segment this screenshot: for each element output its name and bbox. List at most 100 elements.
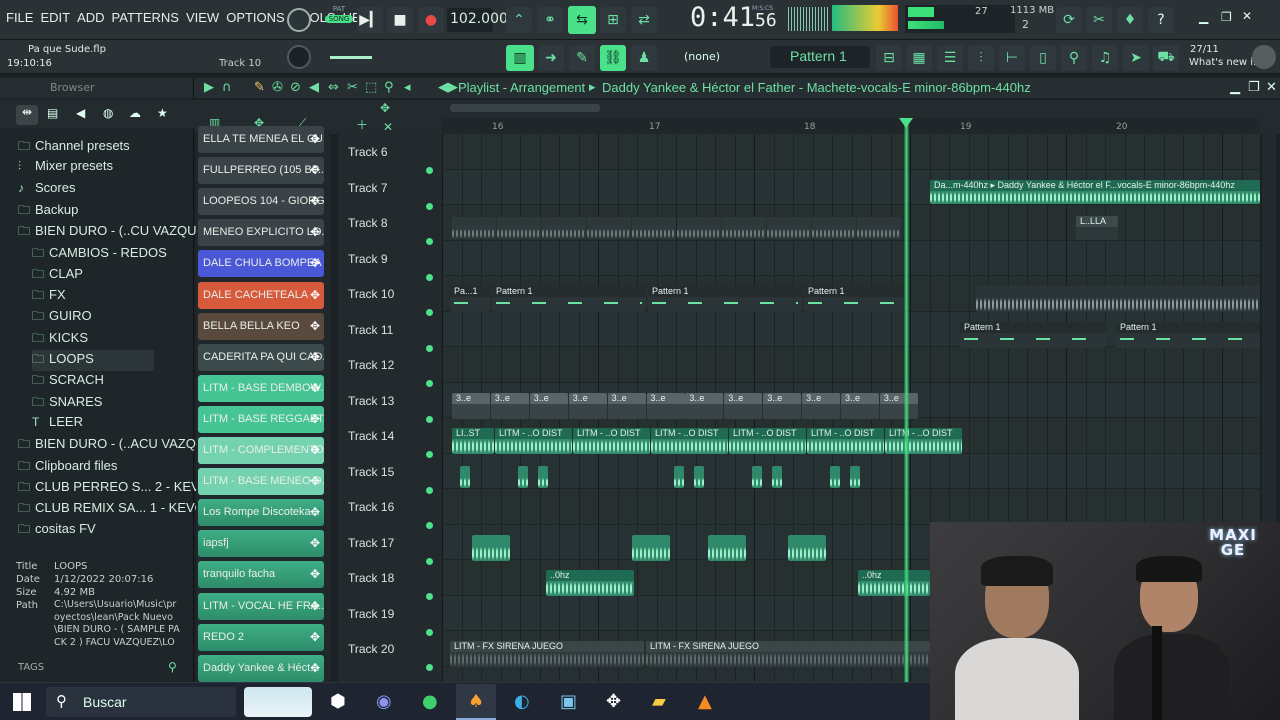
pattern-clip[interactable]: Pattern 1 [648, 286, 802, 312]
arrow-right-icon[interactable]: ➜ [538, 45, 564, 71]
audio-clip[interactable]: ..0hz [858, 570, 930, 596]
audio-clip[interactable]: LITM - ..O DIST [885, 428, 962, 454]
plugin-icon[interactable]: ▯ [1030, 45, 1056, 71]
pattern-clip[interactable] [452, 217, 496, 239]
audio-clip[interactable]: LITM - FX SIRENA JUEGO [450, 641, 644, 667]
close-icon[interactable]: ✕ [1242, 9, 1252, 23]
track-label[interactable]: Track 15 [348, 465, 394, 479]
audio-clip[interactable]: L..LLA [1076, 216, 1118, 240]
menu-edit[interactable]: EDIT [40, 10, 70, 25]
remove-track-icon[interactable]: ✕ [383, 120, 393, 134]
automation-clip[interactable]: 3..e [452, 392, 490, 419]
fl-studio-taskbar-icon[interactable]: ♠ [456, 684, 496, 720]
track-mute-led[interactable] [426, 664, 433, 671]
pattern-clip[interactable] [767, 217, 811, 239]
pattern-clip[interactable]: Pa...1 [450, 286, 490, 312]
playlist-close-icon[interactable]: ✕ [1266, 80, 1277, 95]
automation-clip[interactable]: 3..e [607, 392, 646, 419]
track-label[interactable]: Track 20 [348, 642, 394, 656]
playhead[interactable] [904, 118, 909, 682]
track-mute-led[interactable] [426, 380, 433, 387]
browser-item[interactable]: 🗀 CAMBIOS - REDOS [32, 244, 167, 265]
timeline-ruler[interactable]: 16 17 18 19 20 [442, 118, 1260, 134]
metronome-icon[interactable]: ⌃ [506, 7, 532, 33]
track-label[interactable]: Track 10 [348, 287, 394, 301]
browser-item[interactable]: ♪ Scores [18, 180, 75, 195]
audio-clip[interactable] [538, 465, 548, 488]
audio-clip[interactable]: LITM - ..O DIST [729, 428, 806, 454]
browser-item[interactable]: 🗀 Clipboard files [18, 457, 117, 478]
browser-file-icon[interactable]: ▤ [47, 106, 58, 120]
automation-clip[interactable]: 3..e [646, 392, 685, 419]
picker-item[interactable]: LITM - COMPLEMENTO... ✥ [198, 437, 324, 464]
browser-item[interactable]: 🗀 GUIRO [32, 307, 92, 328]
track-mute-led[interactable] [426, 202, 433, 210]
select-tool-icon[interactable]: ⬚ [365, 80, 377, 95]
track-label[interactable]: Track 13 [348, 394, 394, 408]
browser-item[interactable]: 🗀 CLAP [32, 265, 83, 286]
automation-clip[interactable]: 3..e [763, 392, 802, 419]
edge-icon[interactable]: ◐ [514, 691, 530, 712]
track-label[interactable]: Track 14 [348, 429, 394, 443]
tags-search-icon[interactable]: ⚲ [168, 660, 177, 674]
piano-roll-icon[interactable]: ▦ [906, 45, 932, 71]
track-label[interactable]: Track 7 [348, 181, 388, 195]
track-mute-led[interactable] [426, 415, 433, 423]
slice-tool-icon[interactable]: ✂ [347, 80, 358, 95]
pattern-clip[interactable] [722, 217, 766, 239]
pattern-clip[interactable] [857, 217, 901, 239]
track-label[interactable]: Track 17 [348, 536, 394, 550]
playlist-minimize-icon[interactable]: ▁ [1230, 80, 1240, 95]
track-mute-led[interactable] [426, 238, 433, 245]
audio-clip[interactable] [708, 534, 746, 561]
picker-item[interactable]: DALE CHULA BOMPEA ✥ [198, 250, 324, 278]
audio-clip[interactable]: LITM - ..O DIST [807, 428, 884, 454]
plug-icon[interactable]: ⚲ [1061, 45, 1087, 71]
pattern-clip[interactable] [632, 217, 676, 239]
pattern-clip[interactable] [587, 217, 631, 239]
track-mute-led[interactable] [426, 344, 433, 352]
browser-item[interactable]: ⫶ Mixer presets [18, 158, 113, 174]
pattern-clip[interactable]: Pattern 1 [492, 286, 646, 312]
tools-icon[interactable]: ✂ [1086, 7, 1112, 33]
track-mute-led[interactable] [426, 628, 433, 636]
track-mute-led[interactable] [426, 167, 433, 174]
start-icon[interactable] [13, 693, 31, 711]
share-icon[interactable]: ➤ [1123, 45, 1149, 71]
countdown-icon[interactable]: ⇆ [568, 6, 596, 34]
playlist-play-icon[interactable]: ▶ [204, 80, 214, 95]
track-label[interactable]: Track 16 [348, 500, 394, 514]
browser-item[interactable]: 🗀 SCRACH [32, 371, 104, 392]
cpu-reset-icon[interactable]: ⟳ [1056, 7, 1082, 33]
resize-icon[interactable]: ✥ [380, 101, 390, 115]
picker-item[interactable]: LITM - BASE MENEO D... ✥ [198, 468, 324, 496]
playlist-magnet-icon[interactable]: ∩ [222, 80, 232, 95]
track-label[interactable]: Track 9 [348, 252, 388, 266]
browser-tree-icon[interactable]: ⊢ [999, 45, 1025, 71]
picker-item[interactable]: FULLPERREO (105 BP... ✥ [198, 157, 324, 185]
pattern-clip[interactable] [812, 217, 856, 239]
browser-item[interactable]: 🗀 BIEN DURO - (..CU VAZQUEZ [18, 222, 213, 243]
pattern-clip[interactable]: Pattern 1 [960, 321, 1106, 348]
automation-clip[interactable]: 3..e [802, 392, 841, 419]
channel-rack-icon[interactable]: ☰ [937, 45, 963, 71]
track-mute-led[interactable] [426, 486, 433, 494]
playlist-restore-icon[interactable]: ❐ [1248, 80, 1260, 95]
browser-star-icon[interactable]: ★ [157, 106, 168, 120]
arrange-arrow-icon[interactable]: ◀▶ [438, 80, 458, 95]
picker-item[interactable]: LITM - VOCAL HE FRA... ✥ [198, 592, 324, 620]
picker-item[interactable]: Los Rompe Discoteka... ✥ [198, 499, 324, 527]
picker-item[interactable]: MENEO EXPLICITO LO... ✥ [198, 219, 324, 247]
slip-tool-icon[interactable]: ⇔ [328, 80, 339, 95]
audio-clip[interactable] [694, 465, 704, 488]
track-mute-led[interactable] [426, 522, 433, 529]
step-edit-icon[interactable]: ⊞ [600, 7, 626, 33]
picker-item[interactable]: LOOPEOS 104 - GIORGI ✥ [198, 188, 324, 216]
zoom-tool-icon[interactable]: ⚲ [384, 80, 394, 95]
automation-clip[interactable]: 3..e [685, 392, 724, 419]
browser-item[interactable]: 🗀 cositas FV [18, 520, 96, 541]
play-button[interactable]: ▶▎ [357, 7, 383, 33]
vlc-icon[interactable]: ▲ [698, 691, 712, 712]
paint-tool-icon[interactable]: ✇ [272, 80, 283, 95]
help-icon[interactable]: ? [1148, 7, 1174, 33]
